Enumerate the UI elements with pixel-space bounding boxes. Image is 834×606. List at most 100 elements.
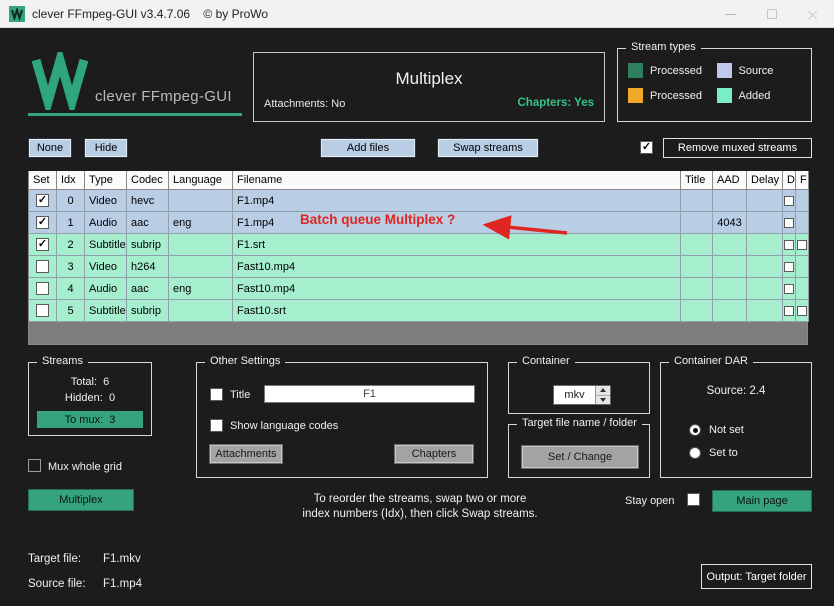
hide-button[interactable]: Hide — [84, 138, 128, 158]
reorder-hint-line1: To reorder the streams, swap two or more — [313, 493, 527, 505]
chapters-status: Chapters: Yes — [517, 97, 595, 109]
row-aad — [713, 300, 747, 322]
table-empty-area — [29, 322, 808, 345]
dar-option[interactable]: Set to — [689, 446, 744, 460]
reorder-hint-line2: index numbers (Idx), then click Swap str… — [302, 508, 538, 520]
window-title: clever FFmpeg-GUI v3.4.7.06 © by ProWo — [32, 7, 269, 21]
dar-option[interactable]: Not set — [689, 423, 744, 437]
container-spinner[interactable]: mkv — [553, 385, 611, 405]
output-target-folder-button[interactable]: Output: Target folder — [701, 564, 812, 589]
annotation-text: Batch queue Multiplex ? — [300, 212, 456, 227]
row-type: Video — [85, 190, 127, 212]
row-idx: 5 — [57, 300, 85, 322]
title-checkbox[interactable] — [210, 388, 223, 401]
stream-row[interactable]: 5 Subtitle subrip Fast10.srt — [29, 300, 809, 322]
title-input[interactable] — [264, 385, 475, 403]
row-delay — [747, 212, 783, 234]
row-set-cell: ✓ — [29, 234, 57, 256]
row-set-checkbox[interactable] — [36, 304, 49, 317]
spinner-down-button[interactable] — [596, 395, 610, 404]
row-idx: 4 — [57, 278, 85, 300]
main-page-button[interactable]: Main page — [712, 490, 812, 512]
row-d-cell — [783, 300, 796, 322]
show-language-codes-checkbox[interactable] — [210, 419, 223, 432]
row-title — [681, 278, 713, 300]
chapters-button[interactable]: Chapters — [394, 444, 474, 464]
column-header-codec: Codec — [127, 171, 169, 190]
row-f-checkbox[interactable] — [797, 239, 807, 250]
minimize-button[interactable] — [710, 0, 750, 28]
row-f-cell — [796, 300, 809, 322]
target-file-value: F1.mkv — [103, 553, 141, 565]
title-checkbox-label: Title — [230, 389, 251, 401]
source-file-value: F1.mp4 — [103, 578, 142, 590]
streams-groupbox: Streams Total: 6 Hidden: 0 To mux: 3 — [28, 355, 152, 436]
stream-type-item: Added — [716, 88, 806, 103]
titlebar: clever FFmpeg-GUI v3.4.7.06 © by ProWo — [0, 0, 834, 28]
stream-type-label: Processed — [650, 89, 702, 102]
row-codec: aac — [127, 278, 169, 300]
row-codec: aac — [127, 212, 169, 234]
stream-row[interactable]: 3 Video h264 Fast10.mp4 — [29, 256, 809, 278]
other-settings-label: Other Settings — [205, 355, 286, 367]
stream-row[interactable]: 4 Audio aac eng Fast10.mp4 — [29, 278, 809, 300]
target-file-groupbox: Target file name / folder Set / Change — [508, 417, 650, 478]
app-window: clever FFmpeg-GUI v3.4.7.06 © by ProWo c… — [0, 0, 834, 606]
remove-muxed-streams-button[interactable]: Remove muxed streams — [663, 138, 812, 158]
attachments-button[interactable]: Attachments — [209, 444, 283, 464]
row-delay — [747, 300, 783, 322]
row-aad: 4043 — [713, 212, 747, 234]
row-set-checkbox[interactable]: ✓ — [36, 194, 49, 207]
row-set-checkbox[interactable]: ✓ — [36, 238, 49, 251]
column-header-delay: Delay — [747, 171, 783, 190]
row-f-checkbox[interactable] — [797, 305, 807, 316]
multiplex-button[interactable]: Multiplex — [28, 489, 134, 511]
row-d-checkbox[interactable] — [784, 283, 794, 294]
row-d-checkbox[interactable] — [784, 261, 794, 272]
row-d-cell — [783, 190, 796, 212]
row-d-checkbox[interactable] — [784, 305, 794, 316]
radio-icon[interactable] — [689, 447, 701, 459]
radio-icon[interactable] — [689, 424, 701, 436]
spinner-up-button[interactable] — [596, 386, 610, 396]
table-body: ✓ 0 Video hevc F1.mp4 ✓ 1 Audio aac eng F1.mp4 4043… — [29, 190, 809, 322]
stream-table: Set Idx Type Codec Language Filename Title AAD D… — [28, 171, 809, 345]
stream-row[interactable]: ✓ 2 Subtitle subrip F1.srt — [29, 234, 809, 256]
row-title — [681, 300, 713, 322]
row-d-checkbox[interactable] — [784, 217, 794, 228]
row-type: Subtitle — [85, 300, 127, 322]
close-button[interactable] — [792, 0, 832, 28]
remove-muxed-checkbox[interactable]: ✓ — [640, 141, 653, 154]
row-set-checkbox[interactable]: ✓ — [36, 216, 49, 229]
set-change-button[interactable]: Set / Change — [521, 445, 639, 469]
row-language — [169, 234, 233, 256]
app-icon-glyph — [11, 8, 23, 20]
column-header-title: Title — [681, 171, 713, 190]
add-files-button[interactable]: Add files — [320, 138, 416, 158]
chevron-up-icon — [600, 388, 606, 393]
stream-row[interactable]: ✓ 0 Video hevc F1.mp4 — [29, 190, 809, 212]
row-set-cell — [29, 278, 57, 300]
row-set-checkbox[interactable] — [36, 282, 49, 295]
chevron-down-icon — [600, 397, 606, 402]
app-logo-text: clever FFmpeg-GUI — [95, 88, 232, 105]
row-language — [169, 300, 233, 322]
stream-type-label: Added — [738, 89, 771, 102]
row-set-checkbox[interactable] — [36, 260, 49, 273]
row-d-checkbox[interactable] — [784, 195, 794, 206]
row-d-checkbox[interactable] — [784, 239, 794, 250]
none-button[interactable]: None — [28, 138, 72, 158]
row-delay — [747, 278, 783, 300]
swap-streams-button[interactable]: Swap streams — [437, 138, 539, 158]
stay-open-label: Stay open — [625, 495, 675, 507]
streams-to-mux: To mux: 3 — [37, 411, 143, 428]
row-filename: Fast10.mp4 — [233, 256, 681, 278]
stream-type-swatch — [716, 88, 732, 103]
radio-label: Set to — [709, 447, 738, 459]
row-type: Subtitle — [85, 234, 127, 256]
row-title — [681, 234, 713, 256]
mux-whole-grid-checkbox[interactable] — [28, 459, 41, 472]
stay-open-checkbox[interactable] — [687, 493, 700, 506]
maximize-button[interactable] — [752, 0, 792, 28]
container-value: mkv — [564, 389, 585, 401]
